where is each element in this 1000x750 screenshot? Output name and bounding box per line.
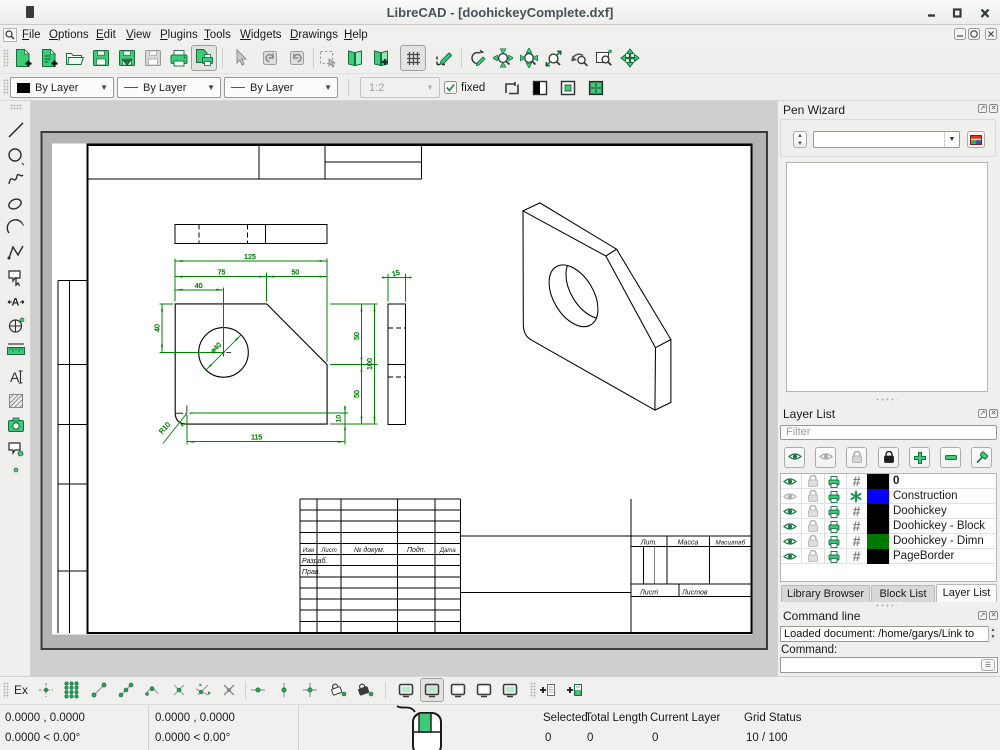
svg-text:125: 125 [244, 254, 256, 261]
svg-text:50: 50 [354, 390, 361, 398]
svg-text:Лист: Лист [639, 589, 658, 596]
svg-text:Масса: Масса [678, 539, 699, 546]
svg-text:40: 40 [195, 283, 203, 290]
svg-text:75: 75 [218, 270, 226, 277]
svg-text:10: 10 [336, 415, 343, 423]
svg-text:Дата: Дата [439, 548, 456, 554]
svg-text:Подп.: Подп. [407, 546, 426, 554]
svg-text:Листов: Листов [681, 589, 708, 596]
svg-text:Масштаб: Масштаб [715, 538, 745, 546]
svg-text:115: 115 [251, 435, 262, 442]
svg-text:Лит.: Лит. [640, 539, 657, 546]
svg-text:15: 15 [392, 270, 401, 279]
svg-text:Разраб.: Разраб. [302, 557, 327, 565]
svg-text:Изм: Изм [303, 548, 314, 554]
svg-text:50: 50 [354, 332, 361, 340]
svg-text:ø40: ø40 [210, 342, 224, 356]
svg-text:№ докум.: № докум. [354, 546, 385, 554]
svg-text:100: 100 [367, 358, 374, 370]
svg-text:Прав.: Прав. [302, 569, 321, 576]
svg-text:40: 40 [154, 324, 161, 332]
svg-text:50: 50 [292, 270, 300, 277]
svg-text:R10: R10 [158, 421, 172, 435]
svg-text:A: A [12, 297, 20, 309]
svg-text:Лист: Лист [320, 548, 336, 554]
